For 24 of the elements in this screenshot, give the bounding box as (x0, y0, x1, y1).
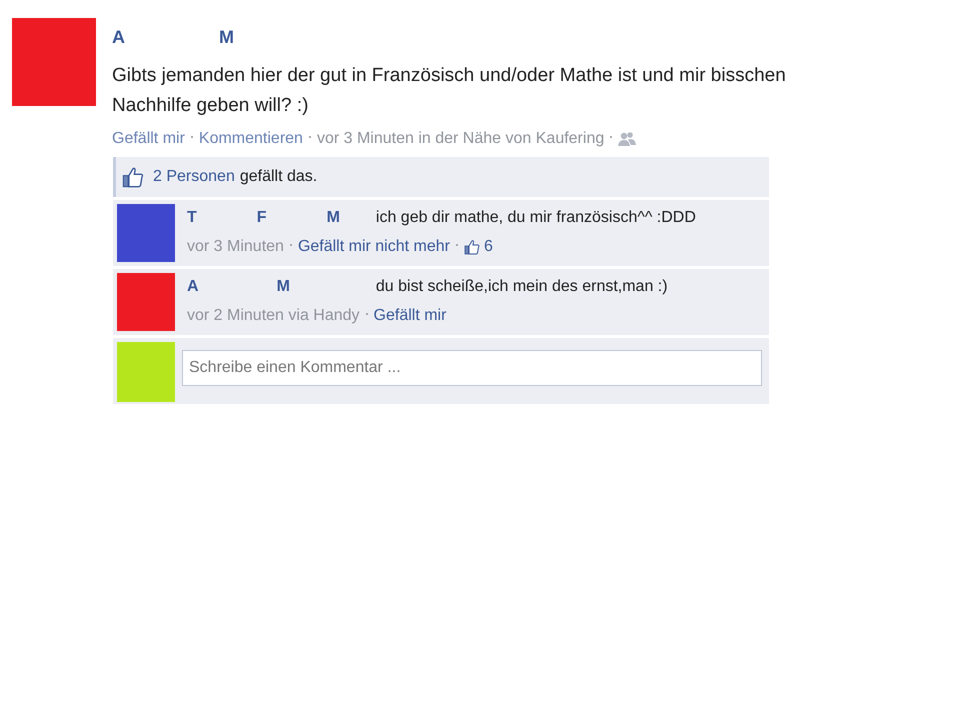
author-name[interactable]: M (276, 275, 290, 299)
thumbs-up-icon (464, 239, 480, 255)
comment-time: vor 2 Minuten via Handy (187, 306, 360, 326)
author-name[interactable]: A (112, 24, 125, 51)
thumbs-up-icon (121, 166, 145, 188)
likes-text: gefällt das. (240, 167, 318, 187)
author-name[interactable]: A (187, 275, 199, 299)
people-icon (618, 131, 636, 147)
likers-link[interactable]: 2 Personen (153, 165, 235, 189)
like-link[interactable]: Gefällt mir (374, 304, 446, 328)
comment-text: ich geb dir mathe, du mir französisch^^ :DDD (376, 208, 696, 228)
comment-field[interactable]: Schreibe einen Kommentar ... (182, 350, 762, 386)
like-count: 6 (484, 237, 493, 257)
author-name[interactable]: F (256, 206, 267, 230)
action-link[interactable]: Kommentieren (198, 127, 303, 151)
author-name[interactable]: T (187, 206, 197, 230)
like-link[interactable]: Gefällt mir nicht mehr (298, 235, 450, 259)
comment-text: du bist scheiße,ich mein des ernst,man :) (376, 277, 668, 297)
comment-time: vor 3 Minuten (187, 237, 284, 257)
post-text: Gibts jemanden hier der gut in Französisch und/oder Mathe ist und mir bisschen Nachhilfe geben will? :) (112, 64, 787, 118)
author-name[interactable]: M (219, 24, 234, 51)
author-name[interactable]: M (326, 206, 340, 230)
action-link[interactable]: Gefällt mir (112, 127, 185, 151)
post-meta: vor 3 Minuten in der Nähe von Kaufering (316, 129, 604, 149)
